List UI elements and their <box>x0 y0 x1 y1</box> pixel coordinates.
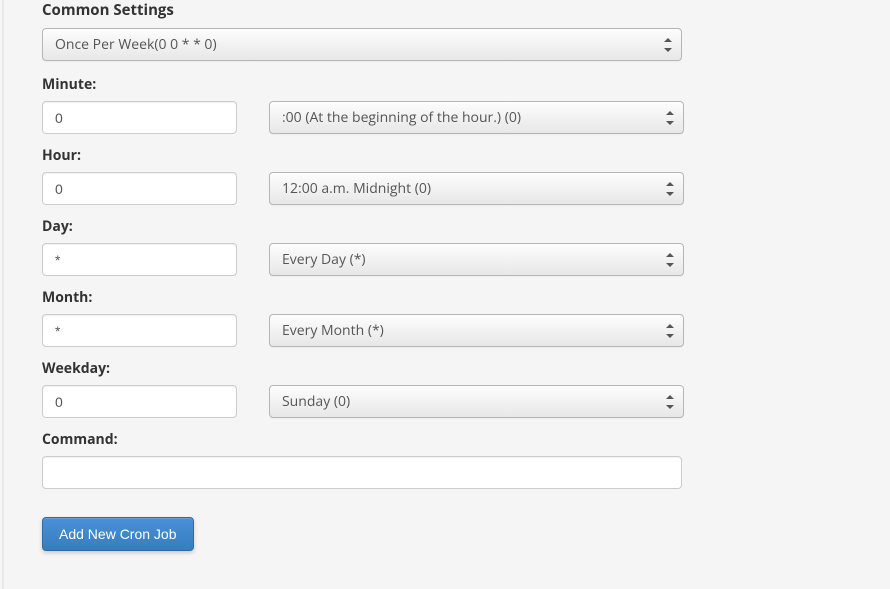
hour-select-value: 12:00 a.m. Midnight (0) <box>269 172 684 205</box>
minute-select[interactable]: :00 (At the beginning of the hour.) (0) <box>269 101 684 134</box>
minute-label: Minute: <box>42 75 872 94</box>
minute-select-value: :00 (At the beginning of the hour.) (0) <box>269 101 684 134</box>
month-label: Month: <box>42 288 872 307</box>
hour-label: Hour: <box>42 146 872 165</box>
month-select-value: Every Month (*) <box>269 314 684 347</box>
day-select[interactable]: Every Day (*) <box>269 243 684 276</box>
weekday-label: Weekday: <box>42 359 872 378</box>
hour-input[interactable] <box>42 172 237 205</box>
weekday-select-value: Sunday (0) <box>269 385 684 418</box>
day-label: Day: <box>42 217 872 236</box>
day-input[interactable] <box>42 243 237 276</box>
command-input[interactable] <box>42 456 682 489</box>
common-settings-title: Common Settings <box>42 0 872 20</box>
day-select-value: Every Day (*) <box>269 243 684 276</box>
add-cron-job-button[interactable]: Add New Cron Job <box>42 517 194 551</box>
common-settings-select-value: Once Per Week(0 0 * * 0) <box>42 28 682 61</box>
common-settings-select[interactable]: Once Per Week(0 0 * * 0) <box>42 28 682 61</box>
weekday-select[interactable]: Sunday (0) <box>269 385 684 418</box>
hour-select[interactable]: 12:00 a.m. Midnight (0) <box>269 172 684 205</box>
weekday-input[interactable] <box>42 385 237 418</box>
command-label: Command: <box>42 430 872 449</box>
month-select[interactable]: Every Month (*) <box>269 314 684 347</box>
month-input[interactable] <box>42 314 237 347</box>
minute-input[interactable] <box>42 101 237 134</box>
